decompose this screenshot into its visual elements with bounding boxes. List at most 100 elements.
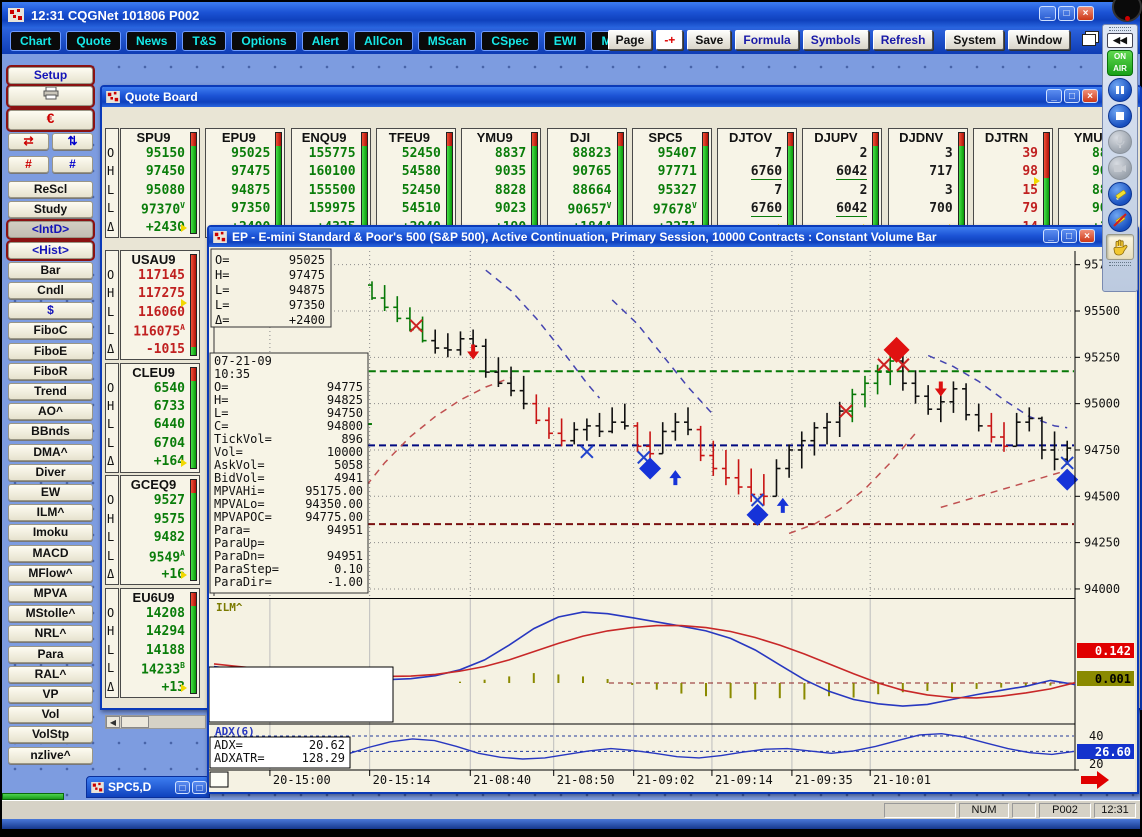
maximize-window-button[interactable]: □ (192, 781, 207, 794)
sidebar-item-dma[interactable]: DMA^ (8, 444, 93, 461)
sidebar-item-macd[interactable]: MACD (8, 545, 93, 562)
toolbar-symbols[interactable]: Symbols (803, 30, 869, 50)
rewind-button[interactable]: ◀◀ (1107, 33, 1133, 48)
sidebar-icon-button-3[interactable]: # (52, 156, 93, 173)
print-button[interactable] (8, 86, 93, 106)
quote-board-titlebar[interactable]: Quote Board _ □ × (102, 87, 1140, 107)
bar-red-segment (1044, 133, 1049, 178)
quote-column-epu9[interactable]: EPU995025974759487597350+2400 (205, 128, 285, 238)
quote-column-dji[interactable]: DJI88823907658866490657V+1844 (547, 128, 627, 238)
sidebar-item-ao[interactable]: AO^ (8, 403, 93, 420)
sidebar-item-ilm[interactable]: ILM^ (8, 504, 93, 521)
sidebar-item-mflow[interactable]: MFlow^ (8, 565, 93, 582)
quote-close-button[interactable]: × (1082, 89, 1098, 103)
quote-column-djtov[interactable]: DJTOV7676076760 (717, 128, 797, 238)
quote-column-enqu9[interactable]: ENQU9155775160100155500159975+4325 (291, 128, 371, 238)
quote-column-eu6u9[interactable]: EU6U914208142941418814233B+13 (120, 588, 200, 698)
chart-close-button[interactable]: × (1079, 229, 1095, 243)
toolbar-refresh[interactable]: Refresh (873, 30, 934, 50)
menu-allcon[interactable]: AllCon (354, 31, 413, 51)
chart-maximize-button[interactable]: □ (1061, 229, 1077, 243)
scrollbar-thumb[interactable] (121, 716, 149, 728)
sidebar-item-study[interactable]: Study (8, 201, 93, 218)
quote-column-ymu9[interactable]: YMU98837903588289023+190 (461, 128, 541, 238)
sidebar-item-nrl[interactable]: NRL^ (8, 625, 93, 642)
stop-button[interactable] (1108, 104, 1132, 128)
euro-button[interactable]: € (8, 110, 93, 130)
menu-mscan[interactable]: MScan (418, 31, 477, 51)
sidebar-item-mstolle[interactable]: MStolle^ (8, 605, 93, 622)
toolbar-save[interactable]: Save (687, 30, 731, 50)
quote-column-djdnv[interactable]: DJDNV37173700 (888, 128, 968, 238)
minimized-window-spc5[interactable]: SPC5,D □ □ (86, 776, 210, 798)
quote-column-spc5[interactable]: SPC595407977719532797678V+2271 (632, 128, 712, 238)
sidebar-item-vol[interactable]: Vol (8, 706, 93, 723)
sidebar-item-volstp[interactable]: VolStp (8, 726, 93, 743)
toolbar-item[interactable]: -+ (656, 30, 683, 50)
sidebar-item-mpva[interactable]: MPVA (8, 585, 93, 602)
toolbar-system[interactable]: System (945, 30, 1004, 50)
toolbar-page[interactable]: Page (608, 30, 653, 50)
sidebar-item-rescl[interactable]: ReScl (8, 181, 93, 198)
chart-titlebar[interactable]: EP - E-mini Standard & Poor's 500 (S&P 5… (209, 227, 1137, 247)
scroll-left-arrow-icon[interactable]: ◀ (106, 716, 120, 728)
quote-value: 54510 (379, 201, 441, 216)
pause-button[interactable] (1108, 78, 1132, 102)
sidebar-icon-button-1[interactable]: ⇅ (52, 133, 93, 150)
menu-ts[interactable]: T&S (182, 31, 226, 51)
menu-options[interactable]: Options (231, 31, 296, 51)
quote-column-cleu9[interactable]: CLEU96540673364406704+164 (120, 363, 200, 473)
sidebar-item-fiboe[interactable]: FiboE (8, 343, 93, 360)
bar-green-segment (703, 146, 708, 233)
restore-button[interactable]: □ (1058, 6, 1075, 21)
sidebar-item-bar[interactable]: Bar (8, 262, 93, 279)
quote-column-usau9[interactable]: USAU9117145117275116060116075A-1015 (120, 250, 200, 360)
palette-grip[interactable] (1109, 27, 1131, 31)
restore-window-button[interactable]: □ (175, 781, 190, 794)
sidebar-item-imoku[interactable]: Imoku (8, 524, 93, 541)
quote-minimize-button[interactable]: _ (1046, 89, 1062, 103)
clear-drawings-button[interactable] (1108, 208, 1132, 232)
menu-quote[interactable]: Quote (66, 31, 121, 51)
quote-maximize-button[interactable]: □ (1064, 89, 1080, 103)
sidebar-item-ral[interactable]: RAL^ (8, 666, 93, 683)
quote-column-djupv[interactable]: DJUPV2604226042 (802, 128, 882, 238)
quote-column-gceq9[interactable]: GCEQ99527957594829549A+16 (120, 475, 200, 585)
quote-scrollbar[interactable]: ◀ (105, 715, 206, 729)
price-chart[interactable]: 9575095500952509500094750945009425094000… (209, 247, 1135, 792)
chart-minimize-button[interactable]: _ (1043, 229, 1059, 243)
cascade-windows-icon[interactable] (1082, 34, 1096, 46)
highlighter-button[interactable] (1108, 182, 1132, 206)
sidebar-item-vp[interactable]: VP (8, 686, 93, 703)
sidebar-icon-button-2[interactable]: # (8, 156, 49, 173)
close-button[interactable]: × (1077, 6, 1094, 21)
menu-ewi[interactable]: EWI (544, 31, 587, 51)
sidebar-item-ew[interactable]: EW (8, 484, 93, 501)
quote-column-tfeu9[interactable]: TFEU952450545805245054510+2040 (376, 128, 456, 238)
menu-alert[interactable]: Alert (302, 31, 349, 51)
sidebar-item-fiboc[interactable]: FiboC (8, 322, 93, 339)
toolbar-formula[interactable]: Formula (735, 30, 798, 50)
quote-column-spu9[interactable]: SPU995150974509508097370V+2430 (120, 128, 200, 238)
sidebar-item-diver[interactable]: Diver (8, 464, 93, 481)
sidebar-item-hist[interactable]: <Hist> (8, 242, 93, 259)
sidebar-item-fibor[interactable]: FiboR (8, 363, 93, 380)
sidebar-item-trend[interactable]: Trend (8, 383, 93, 400)
menu-cspec[interactable]: CSpec (481, 31, 538, 51)
hand-tool-button[interactable] (1106, 234, 1134, 260)
main-titlebar[interactable]: 12:31 CQGNet 101806 P002 _ □ × (2, 2, 1140, 28)
palette-grip[interactable] (1109, 262, 1131, 266)
sidebar-item-item[interactable]: $ (8, 302, 93, 319)
quote-column-djtrn[interactable]: DJTRN39981579-14 (973, 128, 1053, 238)
sidebar-item-intd[interactable]: <IntD> (8, 221, 93, 238)
sidebar-item-bbnds[interactable]: BBnds (8, 423, 93, 440)
sidebar-item-para[interactable]: Para (8, 646, 93, 663)
sidebar-item-nzlive[interactable]: nzlive^ (8, 747, 93, 764)
minimize-button[interactable]: _ (1039, 6, 1056, 21)
menu-chart[interactable]: Chart (10, 31, 61, 51)
sidebar-item-cndl[interactable]: Cndl (8, 282, 93, 299)
sidebar-item-setup[interactable]: Setup (8, 67, 93, 84)
sidebar-icon-button-0[interactable]: ⇄ (8, 133, 49, 150)
toolbar-window[interactable]: Window (1008, 30, 1070, 50)
menu-news[interactable]: News (126, 31, 177, 51)
